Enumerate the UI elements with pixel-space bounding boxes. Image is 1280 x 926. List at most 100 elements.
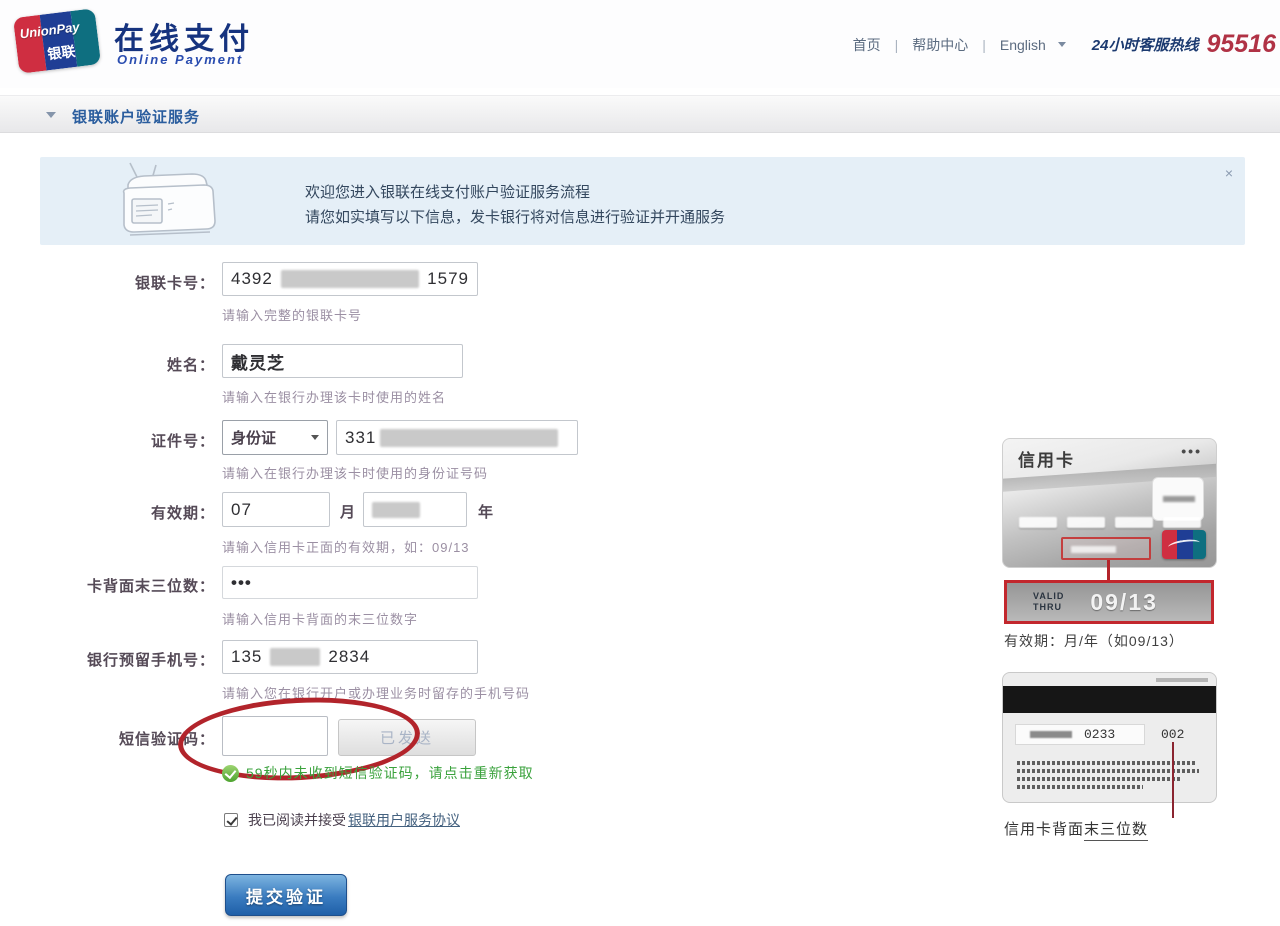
cvv-guide-caption: 信用卡背面末三位数 — [1004, 818, 1148, 839]
valid-thru-date: 09/13 — [1090, 589, 1158, 616]
logo-text-cn: 银联 — [46, 41, 76, 64]
sms-countdown-text: 59秒内未收到短信验证码，请点击重新获取 — [246, 763, 534, 783]
card-number-hint: 请输入完整的银联卡号 — [222, 305, 362, 324]
nav-home-link[interactable]: 首页 — [847, 35, 887, 55]
top-nav: 首页 | 帮助中心 | English 24小时客服热线 95516 — [847, 30, 1278, 59]
blurred-text — [1163, 496, 1195, 502]
cvv-pointer-line — [1172, 742, 1174, 818]
unionpay-mini-logo-icon — [1162, 530, 1206, 559]
chevron-down-icon — [311, 435, 319, 440]
thru-word: THRU — [1033, 602, 1064, 613]
blurred-text — [1071, 546, 1116, 553]
agreement-text: 我已阅读并接受 — [248, 810, 346, 830]
valid-thru-zoom-box: VALID THRU 09/13 — [1004, 580, 1214, 624]
brand-subtitle: Online Payment — [117, 52, 243, 67]
nav-divider: | — [974, 37, 994, 53]
annotation-connector-line — [1107, 560, 1110, 582]
phone-prefix: 135 — [231, 647, 262, 667]
phone-suffix: 2834 — [328, 647, 370, 667]
valid-thru-highlight-box — [1061, 537, 1151, 560]
chevron-down-icon[interactable] — [1058, 42, 1066, 47]
masked-card-digits — [1067, 517, 1105, 528]
sms-countdown-notice: 59秒内未收到短信验证码，请点击重新获取 — [222, 763, 534, 783]
card-number-prefix: 4392 — [231, 269, 273, 289]
fine-print-line — [1017, 761, 1195, 765]
fine-print-line — [1017, 777, 1181, 781]
page-title: 银联账户验证服务 — [72, 106, 200, 127]
cvv-hint: 请输入信用卡背面的末三位数字 — [222, 609, 418, 628]
id-number-input[interactable]: 331 — [336, 420, 578, 455]
expiry-label: 有效期： — [30, 502, 215, 523]
card-front-title: 信用卡 — [1018, 446, 1075, 471]
cvv-digits: 002 — [1161, 727, 1184, 742]
id-number-prefix: 331 — [345, 428, 376, 448]
expiry-month-value: 07 — [231, 500, 252, 520]
section-title-bar: 银联账户验证服务 — [0, 95, 1280, 133]
triangle-down-icon — [46, 112, 56, 118]
month-unit-label: 月 — [340, 501, 355, 522]
phone-label: 银行预留手机号： — [30, 649, 215, 670]
logo-red-panel — [1162, 530, 1177, 559]
service-agreement-link[interactable]: 银联用户服务协议 — [348, 810, 460, 830]
card-label-box — [1152, 477, 1204, 521]
nav-divider: | — [887, 37, 907, 53]
blurred-text — [1030, 731, 1072, 738]
valid-thru-text: VALID THRU — [1033, 591, 1064, 613]
credit-card-back-illustration: 0233 002 — [1002, 672, 1217, 803]
cvv-input[interactable]: ••• — [222, 566, 478, 599]
masked-card-digits — [1115, 517, 1153, 528]
welcome-notice: 欢迎您进入银联在线支付账户验证服务流程 请您如实填写以下信息，发卡银行将对信息进… — [40, 157, 1245, 245]
name-input[interactable]: 戴灵芝 — [222, 344, 463, 378]
unionpay-verification-page: UnionPay 银联 在线支付 Online Payment 首页 | 帮助中… — [0, 0, 1280, 926]
nav-help-link[interactable]: 帮助中心 — [906, 35, 974, 55]
masked-digits — [270, 648, 320, 666]
id-type-select[interactable]: 身份证 — [222, 420, 328, 455]
caption-text: 信用卡背面 — [1004, 821, 1084, 838]
nav-language-select[interactable]: English — [994, 37, 1052, 53]
name-label: 姓名： — [30, 354, 215, 375]
close-icon[interactable]: × — [1225, 165, 1233, 181]
submit-button[interactable]: 提交验证 — [225, 874, 347, 916]
card-number-label: 银联卡号： — [30, 272, 215, 293]
expiry-month-input[interactable]: 07 — [222, 492, 330, 527]
logo-navy-panel — [1177, 530, 1193, 559]
phone-hint: 请输入您在银行开户或办理业务时留存的手机号码 — [222, 683, 530, 702]
year-unit-label: 年 — [478, 501, 493, 522]
check-badge-icon — [222, 765, 239, 782]
name-hint: 请输入在银行办理该卡时使用的姓名 — [222, 387, 446, 406]
notice-line-1: 欢迎您进入银联在线支付账户验证服务流程 — [305, 181, 590, 202]
id-type-selected: 身份证 — [231, 427, 276, 448]
cvv-value: ••• — [231, 573, 252, 593]
id-number-label: 证件号： — [30, 430, 215, 451]
logo-teal-panel — [1193, 530, 1206, 559]
agreement-row: 我已阅读并接受 银联用户服务协议 — [224, 810, 460, 830]
phone-input[interactable]: 135 2834 — [222, 640, 478, 674]
agreement-checkbox[interactable] — [224, 813, 238, 827]
expiry-guide-caption: 有效期：月/年（如09/13） — [1004, 631, 1184, 651]
cvv-label: 卡背面末三位数： — [30, 575, 215, 596]
valid-word: VALID — [1033, 591, 1064, 602]
masked-card-digits — [1019, 517, 1057, 528]
signature-panel: 0233 — [1015, 724, 1145, 745]
masked-card-digits — [1163, 517, 1201, 528]
fine-print-line — [1017, 785, 1143, 789]
magnetic-stripe — [1003, 686, 1217, 713]
id-number-hint: 请输入在银行办理该卡时使用的身份证号码 — [222, 463, 488, 482]
masked-digits — [281, 270, 419, 288]
name-value: 戴灵芝 — [231, 349, 285, 374]
masked-digits — [372, 502, 420, 518]
hotline-number: 95516 — [1206, 30, 1276, 59]
card-number-input[interactable]: 4392 1579 — [222, 262, 478, 296]
credit-card-front-illustration: 信用卡 ••• — [1002, 438, 1217, 568]
blurred-text — [1156, 678, 1208, 682]
unionpay-logo-icon[interactable]: UnionPay 银联 — [13, 8, 101, 74]
expiry-hint: 请输入信用卡正面的有效期，如：09/13 — [222, 537, 470, 556]
expiry-year-input[interactable] — [363, 492, 467, 527]
card-bank-dots: ••• — [1181, 443, 1202, 459]
notice-line-2: 请您如实填写以下信息，发卡银行将对信息进行验证并开通服务 — [305, 206, 725, 227]
masked-digits — [380, 429, 558, 447]
caption-underlined: 末三位数 — [1084, 821, 1148, 841]
card-number-suffix: 1579 — [427, 269, 469, 289]
signature-code: 0233 — [1084, 727, 1115, 742]
header: UnionPay 银联 在线支付 Online Payment 首页 | 帮助中… — [0, 0, 1280, 88]
